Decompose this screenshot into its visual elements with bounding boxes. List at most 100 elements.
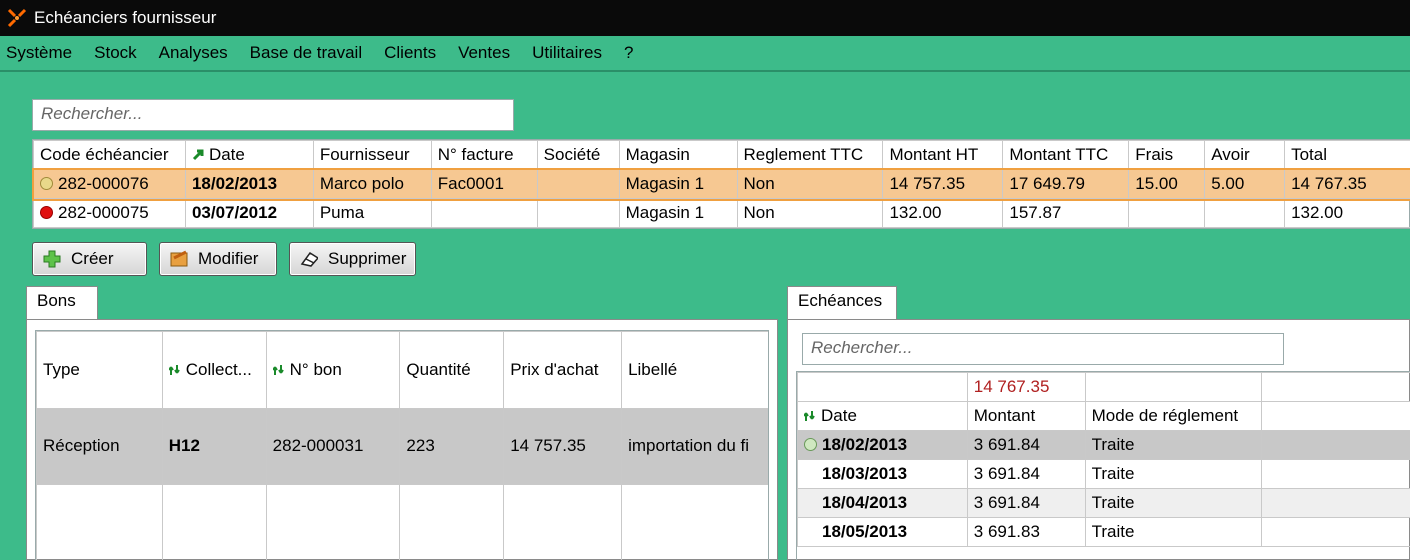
empty-row bbox=[36, 484, 768, 560]
total-amount: 14 767.35 bbox=[966, 372, 1086, 402]
col-montant-ttc[interactable]: Montant TTC bbox=[1002, 140, 1130, 170]
delete-button[interactable]: Supprimer bbox=[289, 242, 416, 276]
cell-libelle: importation du fi bbox=[621, 407, 768, 486]
col-reglement-ttc[interactable]: Reglement TTC bbox=[736, 140, 884, 170]
col-date[interactable]: Date bbox=[184, 140, 314, 170]
cell-facture: Fac0001 bbox=[430, 169, 538, 199]
tab-bons[interactable]: Bons bbox=[26, 286, 98, 320]
cell-societe bbox=[536, 198, 620, 228]
total-spacer bbox=[1260, 372, 1410, 402]
table-row[interactable]: 282-000076 18/02/2013 Marco polo Fac0001… bbox=[31, 167, 1410, 201]
menu-ventes[interactable]: Ventes bbox=[458, 43, 510, 63]
table-row[interactable]: 18/03/2013 3 691.84 Traite bbox=[797, 459, 1410, 489]
table-row[interactable]: 18/05/2013 3 691.83 Traite bbox=[797, 517, 1410, 547]
table-row[interactable]: Réception H12 282-000031 223 14 757.35 i… bbox=[36, 407, 768, 486]
bons-table-container: Type Collect... N° bon Quantité Prix d'a… bbox=[35, 330, 769, 560]
menu-separator bbox=[0, 70, 1410, 72]
cell-mode: Traite bbox=[1084, 459, 1262, 489]
eraser-icon bbox=[300, 250, 318, 268]
table-row[interactable]: 18/04/2013 3 691.84 Traite bbox=[797, 488, 1410, 518]
col-collect[interactable]: Collect... bbox=[161, 331, 267, 409]
search-input[interactable]: Rechercher... bbox=[32, 99, 514, 131]
create-button[interactable]: Créer bbox=[32, 242, 147, 276]
col-n-bon-label: N° bon bbox=[289, 359, 342, 379]
col-n-facture[interactable]: N° facture bbox=[430, 140, 538, 170]
table-row[interactable]: 18/02/2013 3 691.84 Traite bbox=[797, 430, 1410, 460]
menu-analyses[interactable]: Analyses bbox=[159, 43, 228, 63]
col-prix-achat[interactable]: Prix d'achat bbox=[503, 331, 623, 409]
plus-icon bbox=[43, 250, 61, 268]
cell-montant-ttc: 17 649.79 bbox=[1002, 169, 1130, 199]
cell-montant-ht: 132.00 bbox=[882, 198, 1004, 228]
menu-bar: Système Stock Analyses Base de travail C… bbox=[0, 36, 1410, 70]
col-frais[interactable]: Frais bbox=[1128, 140, 1206, 170]
col-code-echeancier[interactable]: Code échéancier bbox=[33, 140, 186, 170]
cell-montant: 3 691.84 bbox=[966, 459, 1086, 489]
total-row: 14 767.35 bbox=[797, 372, 1410, 402]
cell-date: 18/02/2013 bbox=[797, 430, 968, 460]
table-header: Type Collect... N° bon Quantité Prix d'a… bbox=[36, 331, 768, 409]
cell-magasin: Magasin 1 bbox=[618, 198, 738, 228]
cell-montant-ttc: 157.87 bbox=[1002, 198, 1130, 228]
cell-code: 282-000076 bbox=[33, 169, 186, 199]
modify-label: Modifier bbox=[198, 249, 259, 268]
col-mode-reglement[interactable]: Mode de réglement bbox=[1084, 401, 1262, 431]
cell-mode: Traite bbox=[1084, 430, 1262, 460]
sort-arrow-icon bbox=[192, 146, 204, 161]
cell-avoir: 5.00 bbox=[1204, 169, 1286, 199]
col-type[interactable]: Type bbox=[36, 331, 163, 409]
col-n-bon[interactable]: N° bon bbox=[265, 331, 401, 409]
modify-button[interactable]: Modifier bbox=[159, 242, 277, 276]
col-date[interactable]: Date bbox=[797, 401, 968, 431]
cell-magasin: Magasin 1 bbox=[618, 169, 738, 199]
menu-stock[interactable]: Stock bbox=[94, 43, 137, 63]
col-date-label: Date bbox=[821, 406, 857, 425]
create-label: Créer bbox=[71, 249, 114, 268]
cell-fournisseur: Puma bbox=[312, 198, 432, 228]
cell-montant: 3 691.84 bbox=[966, 430, 1086, 460]
col-libelle[interactable]: Libellé bbox=[621, 331, 768, 409]
col-montant[interactable]: Montant bbox=[966, 401, 1086, 431]
col-fournisseur[interactable]: Fournisseur bbox=[312, 140, 432, 170]
col-quantite[interactable]: Quantité bbox=[399, 331, 505, 409]
status-green-icon bbox=[804, 438, 817, 451]
status-red-icon bbox=[40, 206, 53, 219]
cell-facture bbox=[430, 198, 538, 228]
sort-icon bbox=[803, 407, 816, 421]
col-collect-label: Collect... bbox=[185, 359, 252, 379]
cell-montant-ht: 14 757.35 bbox=[882, 169, 1004, 199]
cell-extra bbox=[1260, 488, 1410, 518]
cell-mode: Traite bbox=[1084, 488, 1262, 518]
echeances-search-input[interactable]: Rechercher... bbox=[802, 333, 1284, 365]
table-row[interactable]: 282-000075 03/07/2012 Puma Magasin 1 Non… bbox=[33, 198, 1410, 228]
edit-icon bbox=[170, 250, 188, 268]
menu-systeme[interactable]: Système bbox=[6, 43, 72, 63]
menu-base-de-travail[interactable]: Base de travail bbox=[250, 43, 362, 63]
col-magasin[interactable]: Magasin bbox=[618, 140, 738, 170]
col-societe[interactable]: Société bbox=[536, 140, 620, 170]
cell-montant: 3 691.83 bbox=[966, 517, 1086, 547]
cell-code: 282-000075 bbox=[33, 198, 186, 228]
cell-mode: Traite bbox=[1084, 517, 1262, 547]
cell-prix: 14 757.35 bbox=[503, 407, 623, 486]
cell-total: 14 767.35 bbox=[1284, 169, 1410, 199]
col-montant-ht[interactable]: Montant HT bbox=[882, 140, 1004, 170]
cell-type: Réception bbox=[36, 407, 163, 486]
cell-societe bbox=[536, 169, 620, 199]
col-extra bbox=[1260, 401, 1410, 431]
total-spacer bbox=[1084, 372, 1262, 402]
cell-total: 132.00 bbox=[1284, 198, 1410, 228]
tab-echeances[interactable]: Echéances bbox=[787, 286, 897, 320]
cell-n-bon: 282-000031 bbox=[265, 407, 401, 486]
col-total[interactable]: Total bbox=[1284, 140, 1410, 170]
menu-utilitaires[interactable]: Utilitaires bbox=[532, 43, 602, 63]
menu-clients[interactable]: Clients bbox=[384, 43, 436, 63]
cell-date: 18/02/2013 bbox=[184, 169, 314, 199]
cell-extra bbox=[1260, 517, 1410, 547]
echeanciers-table: Code échéancier Date Fournisseur N° fact… bbox=[31, 139, 1410, 229]
menu-help[interactable]: ? bbox=[624, 43, 633, 63]
cell-date: 03/07/2012 bbox=[184, 198, 314, 228]
cell-extra bbox=[1260, 459, 1410, 489]
echeances-table-container: 14 767.35 Date Montant Mode de réglement… bbox=[796, 371, 1410, 560]
col-avoir[interactable]: Avoir bbox=[1204, 140, 1286, 170]
